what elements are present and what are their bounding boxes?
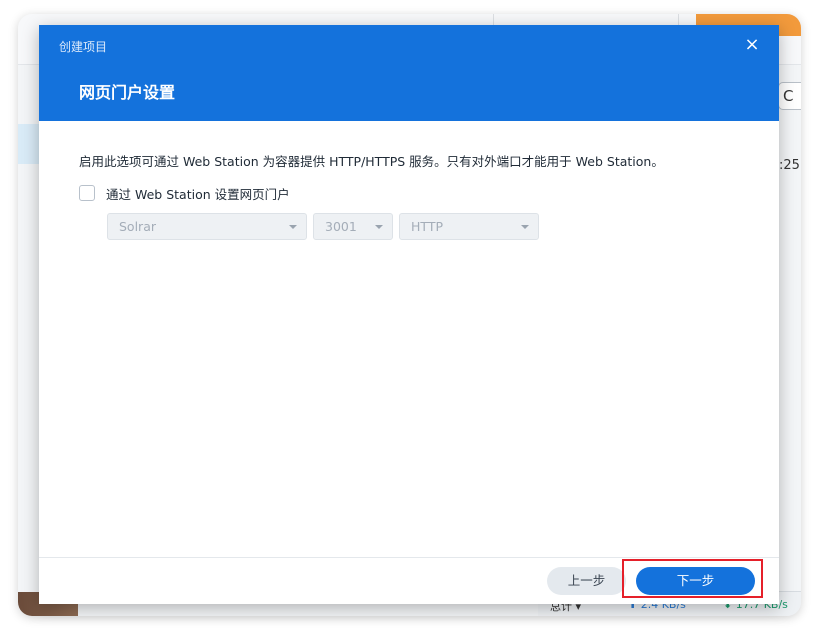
web-portal-description: 启用此选项可通过 Web Station 为容器提供 HTTP/HTTPS 服务… [79,154,664,169]
create-project-dialog: 创建项目 × 网页门户设置 启用此选项可通过 Web Station 为容器提供… [39,25,779,604]
dialog-header: 创建项目 × 网页门户设置 [39,25,779,121]
chevron-down-icon [375,225,383,229]
background-selected-row [18,124,40,164]
next-button[interactable]: 下一步 [636,567,755,595]
chevron-down-icon [289,225,297,229]
background-time: :25 [779,158,800,173]
step-title: 网页门户设置 [79,83,176,102]
port-select[interactable]: 3001 [313,213,393,240]
web-portal-checkbox-label[interactable]: 通过 Web Station 设置网页门户 [106,184,290,203]
dialog-window-title: 创建项目 [59,40,108,54]
protocol-select[interactable]: HTTP [399,213,539,240]
port-select-value: 3001 [325,219,357,234]
close-icon[interactable]: × [739,33,765,57]
container-select-value: Solrar [119,219,156,234]
protocol-select-value: HTTP [411,219,443,234]
web-portal-checkbox[interactable] [79,185,95,201]
background-search-icon[interactable]: C [778,82,801,110]
container-select[interactable]: Solrar [107,213,307,240]
web-portal-checkbox-row[interactable]: 通过 Web Station 设置网页门户 [79,183,290,203]
back-button[interactable]: 上一步 [547,567,626,595]
chevron-down-icon [521,225,529,229]
